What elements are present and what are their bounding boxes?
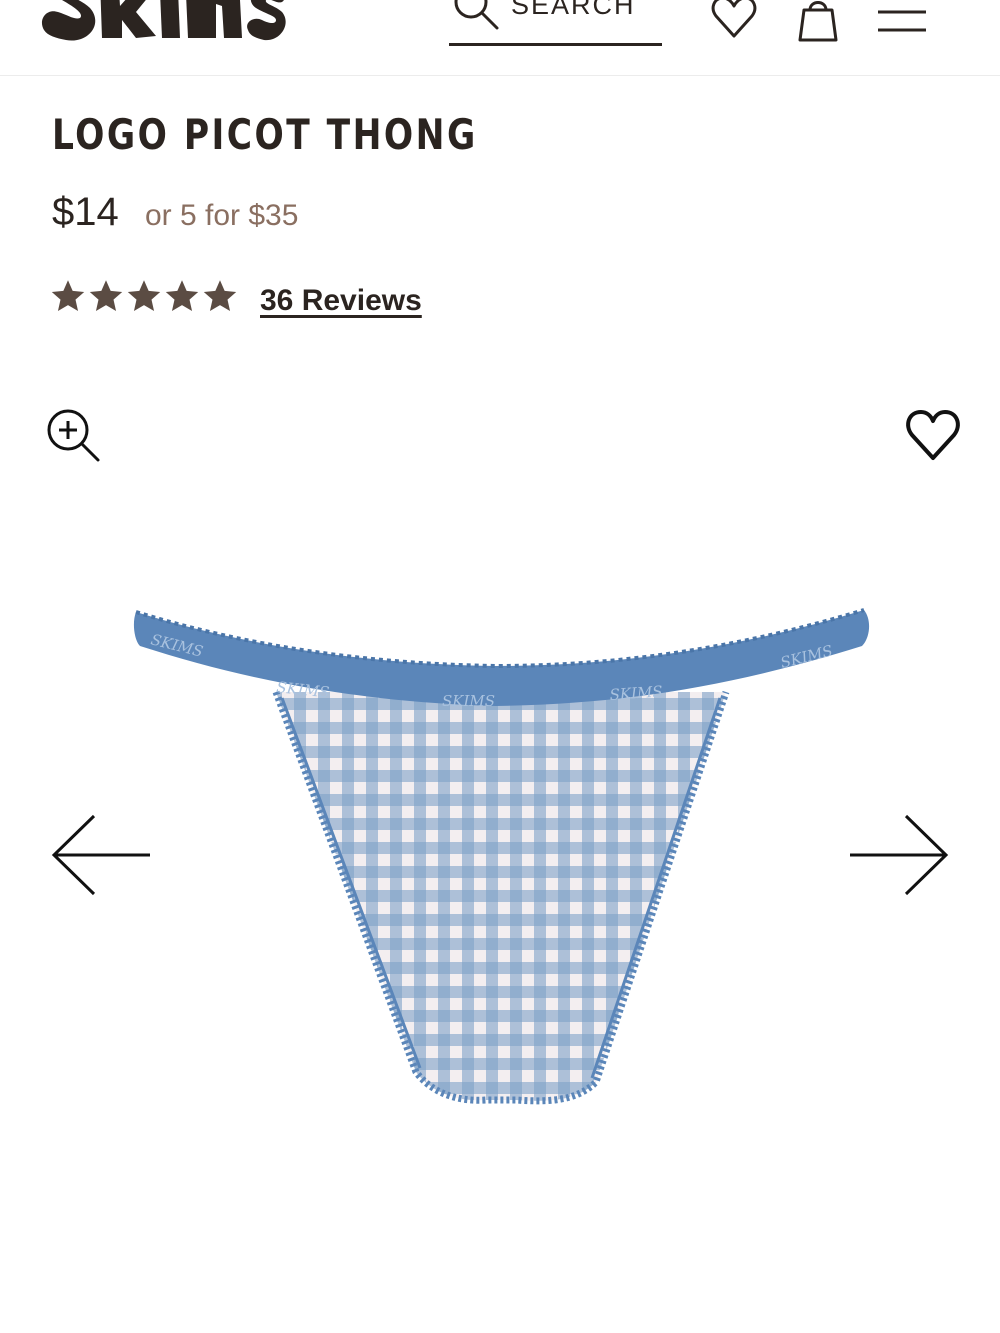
wishlist-heart-icon[interactable]	[904, 408, 962, 462]
product-gallery: SKIMS SKIMS SKIMS SKIMS SKIMS	[0, 380, 1000, 1333]
search-icon	[454, 0, 499, 30]
product-title: LOGO PICOT THONG	[52, 110, 478, 159]
arrow-right-icon[interactable]	[846, 812, 950, 898]
bag-icon[interactable]	[792, 0, 844, 42]
search-bar[interactable]: SEARCH	[449, 0, 662, 46]
menu-icon[interactable]	[876, 0, 928, 42]
star-icon	[89, 280, 123, 311]
star-rating[interactable]	[50, 278, 238, 318]
heart-icon[interactable]	[708, 0, 760, 42]
brand-logo[interactable]	[40, 0, 290, 42]
reviews-link[interactable]: 36 Reviews	[260, 284, 422, 318]
site-header: SEARCH	[0, 0, 1000, 76]
svg-text:SKIMS: SKIMS	[442, 692, 495, 710]
star-icon	[203, 280, 237, 311]
product-price: $14	[52, 190, 119, 234]
product-image[interactable]: SKIMS SKIMS SKIMS SKIMS SKIMS	[126, 602, 876, 1112]
star-icon	[51, 280, 85, 311]
star-icon	[165, 280, 199, 311]
svg-text:SKIMS: SKIMS	[609, 682, 663, 704]
star-icon	[127, 280, 161, 311]
arrow-left-icon[interactable]	[50, 812, 154, 898]
zoom-in-icon[interactable]	[44, 406, 102, 464]
bundle-offer: or 5 for $35	[145, 199, 299, 232]
search-label: SEARCH	[511, 0, 636, 20]
